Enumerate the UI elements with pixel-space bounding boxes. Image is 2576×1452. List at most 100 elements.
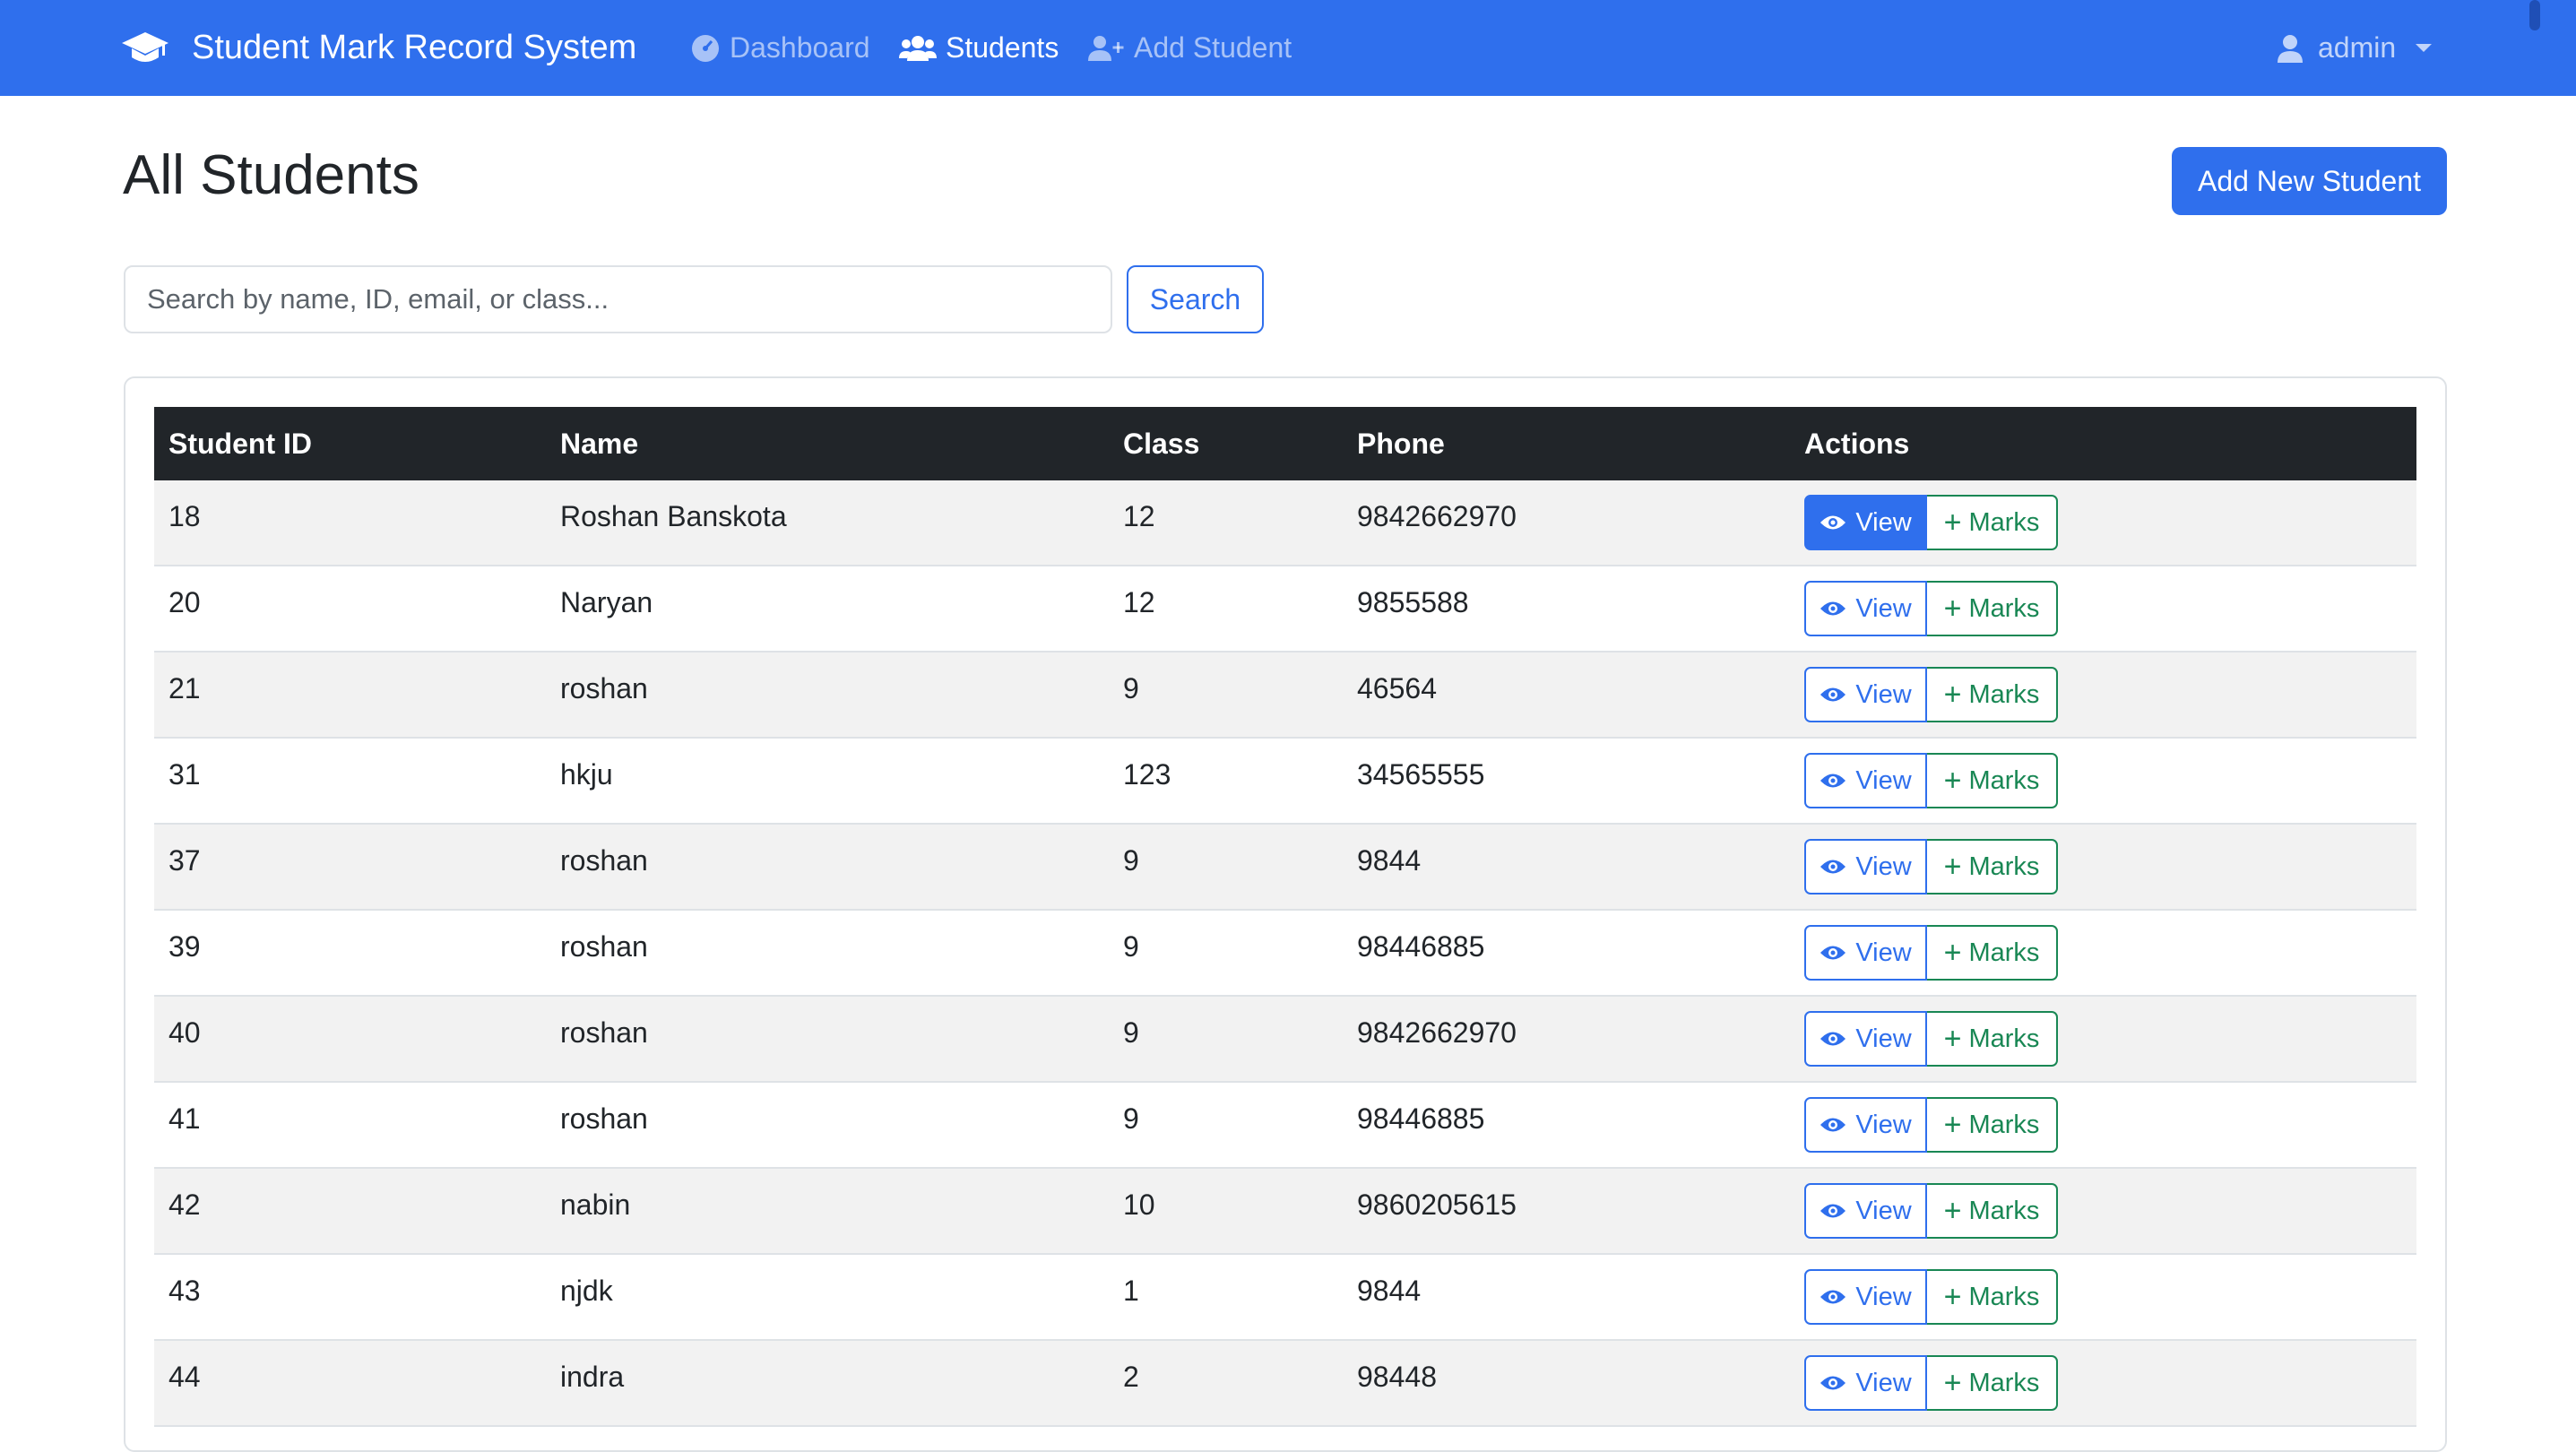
view-button[interactable]: View xyxy=(1804,581,1927,636)
row-action-group: View + Marks xyxy=(1804,581,2058,636)
page-title: All Students xyxy=(123,144,419,206)
row-action-group: View + Marks xyxy=(1804,925,2058,981)
eye-icon xyxy=(1820,687,1846,702)
cell-class: 9 xyxy=(1123,1102,1139,1135)
table-row: 41 roshan 9 98446885 View + Marks xyxy=(154,1083,2416,1169)
marks-label: Marks xyxy=(1968,679,2040,709)
cell-actions: View + Marks xyxy=(1804,566,2058,651)
view-button[interactable]: View xyxy=(1804,495,1927,550)
cell-name: Roshan Banskota xyxy=(560,500,787,532)
cell-name: roshan xyxy=(560,1016,648,1049)
plus-icon: + xyxy=(1943,764,1962,798)
view-button[interactable]: View xyxy=(1804,1355,1927,1411)
chevron-down-icon xyxy=(2416,44,2433,52)
scrollbar-thumb[interactable] xyxy=(2529,0,2540,30)
plus-icon: + xyxy=(1943,1108,1962,1142)
cell-phone: 9860205615 xyxy=(1357,1188,1517,1221)
cell-class: 2 xyxy=(1123,1361,1139,1393)
table-row: 40 roshan 9 9842662970 View + Marks xyxy=(154,997,2416,1083)
cell-student-id: 21 xyxy=(169,672,201,704)
search-input[interactable] xyxy=(124,265,1112,333)
view-label: View xyxy=(1855,1196,1912,1225)
graduation-cap-icon xyxy=(122,31,169,62)
cell-class: 12 xyxy=(1123,586,1155,618)
cell-name: njdk xyxy=(560,1275,613,1307)
cell-actions: View + Marks xyxy=(1804,997,2058,1081)
cell-actions: View + Marks xyxy=(1804,1083,2058,1167)
view-button[interactable]: View xyxy=(1804,1269,1927,1325)
marks-label: Marks xyxy=(1968,1282,2040,1311)
view-button[interactable]: View xyxy=(1804,1097,1927,1153)
view-label: View xyxy=(1855,851,1912,881)
cell-student-id: 37 xyxy=(169,844,201,877)
cell-class: 9 xyxy=(1123,930,1139,963)
cell-phone: 98446885 xyxy=(1357,930,1485,963)
cell-phone: 9844 xyxy=(1357,1275,1422,1307)
cell-phone: 46564 xyxy=(1357,672,1437,704)
add-new-student-button[interactable]: Add New Student xyxy=(2172,147,2447,215)
table-row: 31 hkju 123 34565555 View + Marks xyxy=(154,739,2416,825)
view-label: View xyxy=(1855,1368,1912,1397)
add-marks-button[interactable]: + Marks xyxy=(1927,1269,2058,1325)
cell-class: 12 xyxy=(1123,500,1155,532)
cell-class: 9 xyxy=(1123,672,1139,704)
add-marks-button[interactable]: + Marks xyxy=(1927,839,2058,895)
view-label: View xyxy=(1855,938,1912,967)
view-button[interactable]: View xyxy=(1804,1011,1927,1067)
cell-actions: View + Marks xyxy=(1804,739,2058,823)
add-marks-button[interactable]: + Marks xyxy=(1927,1011,2058,1067)
header-student-id: Student ID xyxy=(169,427,312,460)
cell-phone: 9842662970 xyxy=(1357,1016,1517,1049)
view-button[interactable]: View xyxy=(1804,1183,1927,1239)
add-marks-button[interactable]: + Marks xyxy=(1927,1097,2058,1153)
cell-student-id: 42 xyxy=(169,1188,201,1221)
add-marks-button[interactable]: + Marks xyxy=(1927,581,2058,636)
table-row: 39 roshan 9 98446885 View + Marks xyxy=(154,911,2416,997)
user-menu-toggle[interactable]: admin xyxy=(2277,0,2433,96)
cell-actions: View + Marks xyxy=(1804,825,2058,909)
eye-icon xyxy=(1820,1290,1846,1304)
nav-students[interactable]: Students xyxy=(899,0,1059,96)
cell-phone: 9842662970 xyxy=(1357,500,1517,532)
eye-icon xyxy=(1820,1204,1846,1218)
users-icon xyxy=(899,35,937,61)
view-label: View xyxy=(1855,679,1912,709)
plus-icon: + xyxy=(1943,678,1962,712)
cell-name: Naryan xyxy=(560,586,653,618)
eye-icon xyxy=(1820,1376,1846,1390)
cell-student-id: 44 xyxy=(169,1361,201,1393)
search-button[interactable]: Search xyxy=(1127,265,1264,333)
cell-name: roshan xyxy=(560,672,648,704)
add-marks-button[interactable]: + Marks xyxy=(1927,1183,2058,1239)
view-button[interactable]: View xyxy=(1804,925,1927,981)
view-label: View xyxy=(1855,765,1912,795)
table-row: 44 indra 2 98448 View + Marks xyxy=(154,1341,2416,1427)
add-marks-button[interactable]: + Marks xyxy=(1927,925,2058,981)
plus-icon: + xyxy=(1943,506,1962,540)
add-marks-button[interactable]: + Marks xyxy=(1927,1355,2058,1411)
plus-icon: + xyxy=(1943,936,1962,970)
row-action-group: View + Marks xyxy=(1804,1269,2058,1325)
view-label: View xyxy=(1855,1282,1912,1311)
view-button[interactable]: View xyxy=(1804,753,1927,808)
add-marks-button[interactable]: + Marks xyxy=(1927,495,2058,550)
cell-student-id: 31 xyxy=(169,758,201,791)
row-action-group: View + Marks xyxy=(1804,495,2058,550)
students-table: Student ID Name Class Phone Actions 18 Ro… xyxy=(154,407,2416,1427)
brand[interactable]: Student Mark Record System xyxy=(122,0,636,96)
add-marks-button[interactable]: + Marks xyxy=(1927,667,2058,722)
cell-phone: 98446885 xyxy=(1357,1102,1485,1135)
marks-label: Marks xyxy=(1968,1368,2040,1397)
cell-name: roshan xyxy=(560,844,648,877)
view-label: View xyxy=(1855,593,1912,623)
add-marks-button[interactable]: + Marks xyxy=(1927,753,2058,808)
marks-label: Marks xyxy=(1968,1196,2040,1225)
marks-label: Marks xyxy=(1968,851,2040,881)
table-body: 18 Roshan Banskota 12 9842662970 View + Marks 2… xyxy=(154,480,2416,1427)
view-button[interactable]: View xyxy=(1804,667,1927,722)
cell-name: hkju xyxy=(560,758,613,791)
nav-add-student[interactable]: Add Student xyxy=(1087,0,1292,96)
view-button[interactable]: View xyxy=(1804,839,1927,895)
cell-student-id: 40 xyxy=(169,1016,201,1049)
nav-dashboard[interactable]: Dashboard xyxy=(690,0,870,96)
